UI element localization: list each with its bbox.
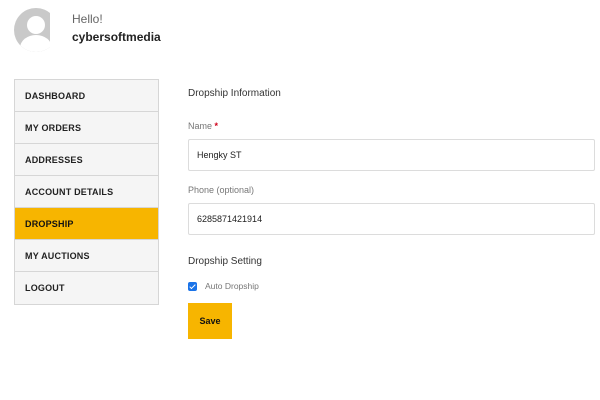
- avatar-icon: [14, 8, 50, 52]
- nav-item-logout[interactable]: LOGOUT: [15, 272, 158, 304]
- account-nav: DASHBOARD MY ORDERS ADDRESSES ACCOUNT DE…: [14, 79, 159, 305]
- user-header: Hello! cybersoftmedia: [14, 6, 161, 54]
- required-mark: *: [214, 121, 219, 131]
- dropship-info-title: Dropship Information: [188, 88, 281, 99]
- name-label-text: Name: [188, 121, 213, 131]
- dropship-form: Dropship Information Name * Phone (optio…: [188, 88, 596, 339]
- auto-dropship-label: Auto Dropship: [205, 281, 259, 291]
- nav-item-dropship[interactable]: DROPSHIP: [15, 208, 158, 240]
- save-button[interactable]: Save: [188, 303, 232, 339]
- name-label: Name *: [188, 121, 596, 131]
- phone-field-group: Phone (optional): [188, 185, 596, 235]
- nav-item-my-orders[interactable]: MY ORDERS: [15, 112, 158, 144]
- phone-label: Phone (optional): [188, 185, 255, 195]
- nav-item-my-auctions[interactable]: MY AUCTIONS: [15, 240, 158, 272]
- phone-input[interactable]: [188, 203, 595, 235]
- greeting-text: Hello!: [72, 12, 103, 26]
- auto-dropship-row: Auto Dropship: [188, 281, 596, 291]
- avatar: [14, 6, 50, 54]
- dropship-setting-title: Dropship Setting: [188, 256, 262, 267]
- nav-item-addresses[interactable]: ADDRESSES: [15, 144, 158, 176]
- auto-dropship-checkbox[interactable]: [188, 281, 197, 291]
- name-input[interactable]: [188, 139, 595, 171]
- nav-item-dashboard[interactable]: DASHBOARD: [15, 80, 158, 112]
- user-greeting: Hello! cybersoftmedia: [72, 12, 161, 46]
- account-page: Hello! cybersoftmedia DASHBOARD MY ORDER…: [0, 0, 600, 400]
- username: cybersoftmedia: [72, 30, 161, 44]
- name-field-group: Name *: [188, 121, 596, 171]
- nav-item-account-details[interactable]: ACCOUNT DETAILS: [15, 176, 158, 208]
